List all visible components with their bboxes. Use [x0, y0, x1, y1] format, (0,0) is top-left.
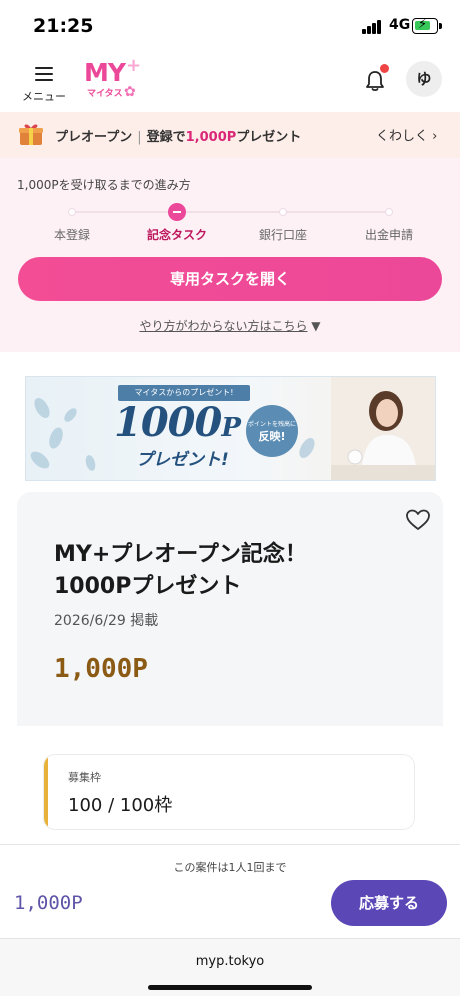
campaign-detail-card: MY+プレオープン記念！ 1000Pプレゼント 2026/6/29 掲載 1,0…: [17, 492, 443, 726]
step-dot-2: [168, 203, 186, 221]
apply-button[interactable]: 応募する: [331, 880, 447, 926]
browser-url-bar[interactable]: myp.tokyo: [0, 938, 460, 996]
quota-label: 募集枠: [68, 771, 101, 784]
url-text[interactable]: myp.tokyo: [0, 954, 460, 969]
home-indicator[interactable]: [148, 985, 312, 990]
step-label-registration: 本登録: [53, 228, 91, 242]
notification-badge: [380, 64, 389, 73]
campaign-present: プレゼント!: [136, 450, 229, 470]
step-dot-1: [68, 208, 76, 216]
details-link[interactable]: くわしく ›: [376, 125, 437, 144]
promo-highlight: 1,000P: [185, 130, 237, 145]
quota-accent-bar: [44, 755, 48, 829]
status-time: 21:25: [33, 15, 94, 37]
progress-section: 1,000Pを受け取るまでの進み方 本登録 記念タスク 銀行口座 出金申請 専用…: [0, 158, 460, 352]
promo-main: 登録で: [146, 130, 186, 145]
flower-icon: ✿: [124, 84, 136, 100]
quota-value: 100 / 100枠: [68, 795, 173, 816]
progress-title: 1,000Pを受け取るまでの進み方: [17, 178, 191, 192]
promo-suffix: プレゼント: [236, 130, 302, 145]
coin-badge: ポイントを残高に 反映!: [246, 405, 298, 457]
heart-icon[interactable]: [405, 508, 431, 532]
step-dot-4: [385, 208, 393, 216]
help-link-text: やり方がわからない方はこちら: [139, 319, 308, 333]
promo-banner[interactable]: プレオープン | 登録で1,000Pプレゼント くわしく ›: [0, 112, 460, 158]
campaign-amount: 1000P: [114, 399, 241, 446]
step-dot-3: [279, 208, 287, 216]
network-label: 4G: [389, 17, 411, 33]
chevron-down-icon: ▼: [311, 319, 321, 333]
sticky-apply-bar: この案件は1人1回まで 1,000P 応募する: [0, 844, 460, 938]
open-task-button[interactable]: 専用タスクを開く: [18, 257, 442, 301]
limit-note: この案件は1人1回まで: [173, 861, 287, 874]
campaign-banner-image: マイタスからのプレゼント! 1000P プレゼント! ポイントを残高に 反映!: [25, 376, 436, 481]
battery-icon: ⚡: [412, 17, 442, 34]
avatar[interactable]: ゆ: [406, 61, 442, 97]
posted-date: 2026/6/29 掲載: [54, 613, 159, 629]
status-bar: 21:25 4G ⚡: [0, 0, 460, 50]
logo-sub: マイタス: [87, 89, 123, 99]
menu-button[interactable]: メニュー: [22, 64, 68, 104]
step-label-withdraw: 出金申請: [364, 228, 414, 242]
campaign-title: MY+プレオープン記念！ 1000Pプレゼント: [54, 542, 307, 599]
logo-plus: +: [126, 55, 142, 76]
promo-prefix: プレオープン: [55, 130, 133, 145]
gift-icon: [19, 124, 43, 145]
app-header: メニュー MY + マイタス ✿ ゆ: [0, 50, 460, 112]
logo-main: MY: [84, 58, 126, 87]
woman-photo: [331, 377, 435, 480]
step-label-bank: 銀行口座: [258, 228, 308, 242]
signal-icon: [362, 20, 384, 34]
footer-points: 1,000P: [14, 892, 83, 914]
help-link[interactable]: やり方がわからない方はこちら ▼: [0, 317, 460, 334]
menu-label: メニュー: [22, 90, 66, 103]
quota-card: 募集枠 100 / 100枠: [43, 754, 415, 830]
hamburger-icon: [35, 67, 53, 85]
promo-text: プレオープン | 登録で1,000Pプレゼント: [55, 130, 302, 145]
progress-track: [72, 211, 390, 213]
reward-points: 1,000P: [54, 654, 148, 684]
app-logo[interactable]: MY + マイタス ✿: [84, 55, 144, 102]
step-label-task: 記念タスク: [146, 228, 208, 242]
